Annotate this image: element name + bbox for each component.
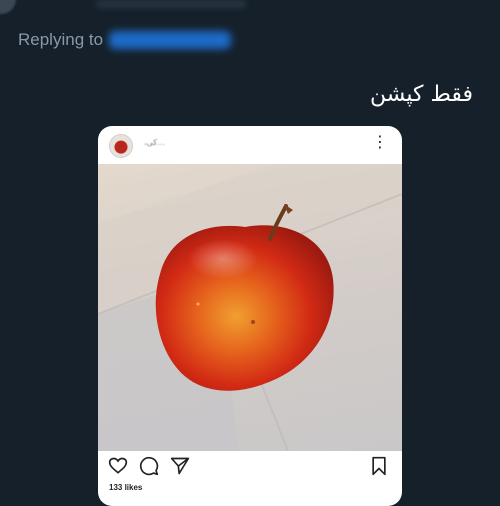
comment-icon[interactable] [139, 456, 159, 481]
tweet-caption: فقط کپشن [369, 82, 473, 107]
post-username[interactable]: ،کی… [144, 138, 165, 147]
likes-count[interactable]: 133 likes [109, 483, 142, 492]
replying-to-handle-blurred[interactable] [109, 31, 232, 49]
more-vertical-icon[interactable]: ⋮ [372, 135, 388, 151]
author-name-blurred [96, 0, 246, 8]
bookmark-icon[interactable] [370, 456, 388, 481]
replying-to-line: Replying to [18, 30, 232, 50]
post-author-avatar[interactable] [109, 134, 133, 158]
post-photo[interactable] [98, 164, 402, 451]
author-avatar[interactable] [0, 0, 16, 14]
post-actions-bar [98, 454, 402, 478]
replying-to-label: Replying to [18, 30, 104, 49]
heart-icon[interactable] [108, 456, 128, 481]
send-icon[interactable] [170, 456, 190, 481]
post-header: ،کی… ⋮ [98, 126, 402, 164]
instagram-post-card[interactable]: ،کی… ⋮ 133 likes [98, 126, 402, 506]
apple-photo-illustration [98, 164, 402, 451]
